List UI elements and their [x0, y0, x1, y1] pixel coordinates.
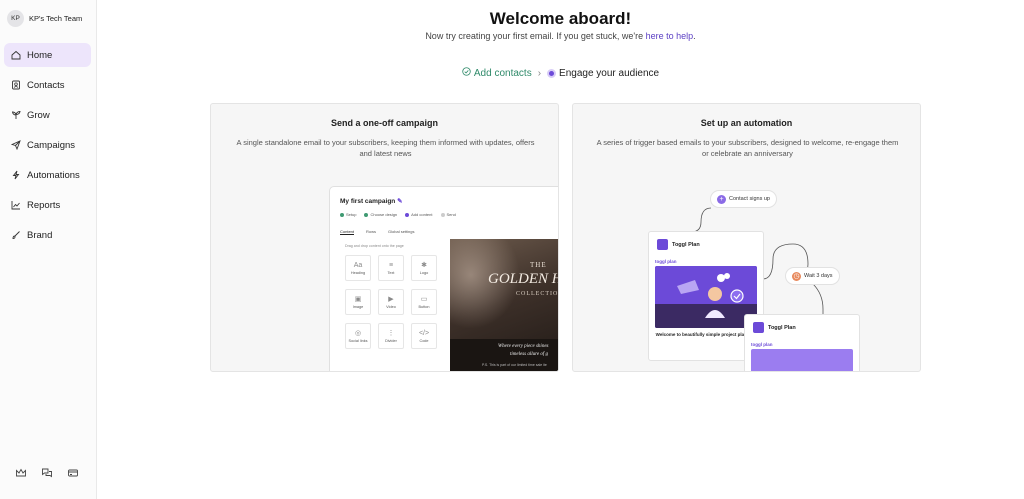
email-step-card-2: Toggl Plan toggl plan [744, 314, 860, 371]
hero-headline: GOLDEN H [488, 271, 559, 287]
sidebar-item-label: Automations [27, 169, 80, 181]
wait-step: ◷ Wait 3 days [785, 267, 840, 285]
chart-icon [11, 200, 21, 210]
chat-icon[interactable] [41, 467, 53, 479]
sidebar-item-label: Grow [27, 109, 50, 121]
step-label: Engage your audience [559, 67, 660, 79]
preview-tab: Global settings [388, 229, 415, 234]
email-header: Toggl Plan [745, 315, 859, 340]
block-code: </> Code [411, 323, 437, 349]
page-subtitle: Now try creating your first email. If yo… [97, 31, 1024, 41]
block-divider: ⋮ Divider [378, 323, 404, 349]
sidebar: KP KP's Tech Team Home Contacts Grow Cam… [0, 0, 97, 499]
preview-steps: Setup Choose design Add content Send [340, 212, 456, 217]
email-header: Toggl Plan [649, 232, 763, 257]
brush-icon [11, 230, 21, 240]
crown-icon[interactable] [15, 467, 27, 479]
email-brand: toggl plan [751, 342, 773, 347]
team-avatar: KP [7, 10, 24, 27]
block-video: ▶ Video [378, 289, 404, 315]
preview-step: Setup [340, 212, 356, 217]
onboarding-steps: Add contacts › Engage your audience [97, 67, 1024, 79]
edit-icon: ✎ [397, 198, 403, 205]
trigger-step: + Contact signs up [710, 190, 777, 208]
block-image: ▣ Image [345, 289, 371, 315]
sidebar-item-label: Contacts [27, 79, 65, 91]
page-title: Welcome aboard! [489, 9, 632, 28]
sender-name: Toggl Plan [672, 241, 700, 248]
bolt-icon [11, 170, 21, 180]
chevron-right-icon: › [537, 67, 542, 79]
preview-tab: Content [340, 229, 355, 235]
automation-flow-illustration: + Contact signs up ◷ Wait 3 days Toggl P… [573, 104, 920, 371]
home-icon [11, 50, 21, 60]
caption-line: Where every piece shines [498, 344, 549, 349]
sidebar-item-label: Home [27, 49, 53, 61]
plus-icon: + [717, 194, 726, 204]
sidebar-item-label: Reports [27, 199, 61, 211]
sidebar-item-label: Campaigns [27, 139, 76, 151]
current-step-icon [547, 68, 557, 78]
email-illustration [751, 349, 853, 371]
check-circle-icon [462, 67, 471, 79]
block-logo: ✱ Logo [411, 255, 437, 281]
sender-logo [753, 322, 764, 333]
contacts-icon [11, 80, 21, 90]
sidebar-item-contacts[interactable]: Contacts [4, 73, 91, 97]
card-title: Send a one-off campaign [330, 118, 438, 128]
clock-icon: ◷ [792, 271, 801, 281]
step-engage-audience[interactable]: Engage your audience [547, 68, 659, 79]
sidebar-item-brand[interactable]: Brand [4, 223, 91, 247]
hero-subheadline: COLLECTIO [516, 291, 559, 297]
preview-hint: Drag and drop content onto the page [345, 244, 404, 248]
sidebar-item-reports[interactable]: Reports [4, 193, 91, 217]
campaign-editor-preview: My first campaign ✎ Setup Choose design … [329, 186, 559, 371]
sidebar-item-automations[interactable]: Automations [4, 163, 91, 187]
card-description: A single standalone email to your subscr… [236, 138, 535, 158]
email-caption: Where every piece shines timeless allure… [450, 339, 558, 371]
block-text: ≡ Text [378, 255, 404, 281]
team-switcher[interactable]: KP KP's Tech Team [7, 10, 82, 27]
content-blocks: Aa Heading ≡ Text ✱ Logo ▣ Image ▶ Video ▭ But… [345, 255, 437, 349]
send-icon [11, 140, 21, 150]
preview-step: Choose design [364, 212, 397, 217]
wait-label: Wait 3 days [804, 273, 833, 279]
automation-card[interactable]: Set up an automation A series of trigger… [572, 103, 921, 372]
team-name: KP's Tech Team [29, 14, 83, 23]
sidebar-item-grow[interactable]: Grow [4, 103, 91, 127]
block-heading: Aa Heading [345, 255, 371, 281]
step-label: Add contacts [473, 67, 532, 79]
caption-line: P.S. This is part of our limited time sa… [482, 363, 547, 367]
sidebar-footer [15, 467, 79, 479]
subtitle-text: Now try creating your first email. If yo… [425, 31, 646, 41]
preview-step: Send [440, 212, 456, 217]
sidebar-item-label: Brand [27, 229, 53, 241]
caption-line: timeless allure of g [510, 352, 549, 357]
sender-name: Toggl Plan [768, 324, 796, 331]
block-social-links: ◎ Social links [345, 323, 371, 349]
campaign-card[interactable]: Send a one-off campaign A single standal… [210, 103, 559, 372]
step-add-contacts[interactable]: Add contacts [462, 67, 532, 79]
email-illustration [655, 266, 757, 328]
billing-icon[interactable] [67, 467, 79, 479]
trigger-label: Contact signs up [729, 196, 770, 202]
preview-tab: Rows [366, 229, 377, 234]
preview-title: My first campaign ✎ [340, 198, 403, 205]
sidebar-item-home[interactable]: Home [4, 43, 91, 67]
email-brand: toggl plan [655, 259, 677, 264]
help-link[interactable]: here to help [646, 31, 694, 41]
hero-text-the: THE [530, 261, 547, 269]
subtitle-period: . [693, 31, 696, 41]
preview-step: Add content [405, 212, 433, 217]
sidebar-item-campaigns[interactable]: Campaigns [4, 133, 91, 157]
sender-logo [657, 239, 668, 250]
sprout-icon [11, 110, 21, 120]
block-button: ▭ Button [411, 289, 437, 315]
main-nav: Home Contacts Grow Campaigns Automations… [4, 43, 91, 253]
preview-tabs: Content Rows Global settings [340, 229, 415, 235]
